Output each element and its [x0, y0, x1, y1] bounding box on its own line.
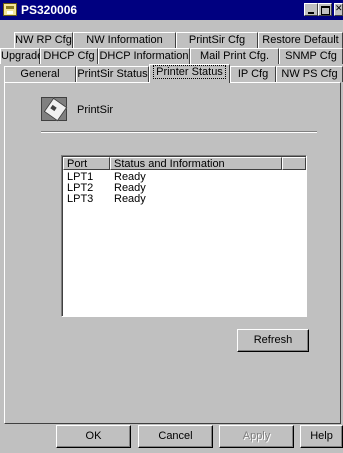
tab-label: NW Information: [86, 34, 163, 46]
printer-status-panel: PrintSir Port Status and Information LPT…: [4, 82, 341, 424]
tab-upgrade[interactable]: Upgrade: [0, 48, 44, 64]
port-status-list[interactable]: Port Status and Information LPT1 Ready L…: [61, 155, 307, 317]
tab-row-3: General PrintSir Status Printer Status I…: [0, 64, 343, 83]
tab-printsir-cfg[interactable]: PrintSir Cfg: [176, 32, 258, 48]
column-header-status[interactable]: Status and Information: [110, 157, 282, 170]
maximize-icon[interactable]: [318, 3, 332, 16]
properties-window: PS320006 ✕ NW RP Cfg NW Information Prin…: [0, 0, 343, 453]
divider: [41, 131, 317, 133]
window-title: PS320006: [21, 3, 78, 17]
tab-label: NW RP Cfg: [15, 34, 72, 46]
cancel-button[interactable]: Cancel: [138, 425, 213, 448]
tab-nw-information[interactable]: NW Information: [73, 32, 176, 48]
apply-button[interactable]: Apply: [219, 425, 294, 448]
close-icon[interactable]: ✕: [334, 3, 343, 16]
list-item[interactable]: LPT2 Ready: [67, 183, 303, 194]
tab-label: Restore Default: [262, 34, 339, 46]
tab-general[interactable]: General: [4, 66, 76, 82]
tab-label: SNMP Cfg: [285, 50, 337, 62]
tab-label: PrintSir Status: [77, 68, 148, 80]
tab-label: Upgrade: [1, 50, 44, 62]
app-icon[interactable]: [3, 3, 17, 16]
refresh-button[interactable]: Refresh: [237, 329, 309, 352]
tab-nw-ps-cfg[interactable]: NW PS Cfg: [276, 66, 343, 82]
tab-nw-rp-cfg[interactable]: NW RP Cfg: [14, 32, 73, 48]
device-name: PrintSir: [77, 104, 114, 116]
printer-server-icon: [41, 97, 67, 121]
port-cell: LPT3: [67, 193, 94, 205]
tab-dhcp-information[interactable]: DHCP Information: [98, 48, 190, 64]
tab-printer-status[interactable]: Printer Status: [149, 64, 230, 83]
title-bar[interactable]: PS320006 ✕: [0, 0, 343, 20]
help-button[interactable]: Help: [300, 425, 343, 448]
status-cell: Ready: [114, 193, 146, 205]
tab-restore-default[interactable]: Restore Default: [258, 32, 343, 48]
column-header-port[interactable]: Port: [63, 157, 110, 170]
list-item[interactable]: LPT1 Ready: [67, 172, 303, 183]
tab-label: Mail Print Cfg.: [199, 50, 270, 62]
ok-button[interactable]: OK: [56, 425, 131, 448]
tab-label: DHCP Information: [99, 50, 189, 62]
tab-label: PrintSir Cfg: [188, 34, 246, 46]
tab-row-1: NW RP Cfg NW Information PrintSir Cfg Re…: [0, 32, 343, 48]
tab-label: DHCP Cfg: [43, 50, 95, 62]
tab-label: NW PS Cfg: [281, 68, 338, 80]
tab-snmp-cfg[interactable]: SNMP Cfg: [279, 48, 343, 64]
tab-label: General: [20, 68, 60, 80]
list-header: Port Status and Information: [63, 157, 306, 170]
column-header-empty[interactable]: [282, 157, 306, 170]
tab-row-2: Upgrade DHCP Cfg DHCP Information Mail P…: [0, 48, 343, 64]
tab-label: IP Cfg: [237, 68, 269, 80]
list-item[interactable]: LPT3 Ready: [67, 194, 303, 205]
minimize-icon[interactable]: [304, 3, 318, 16]
tab-mail-print-cfg[interactable]: Mail Print Cfg.: [190, 48, 279, 64]
tab-dhcp-cfg[interactable]: DHCP Cfg: [40, 48, 98, 64]
tab-printsir-status[interactable]: PrintSir Status: [76, 66, 149, 82]
tab-ip-cfg[interactable]: IP Cfg: [230, 66, 276, 82]
tab-label: Printer Status: [153, 65, 226, 79]
